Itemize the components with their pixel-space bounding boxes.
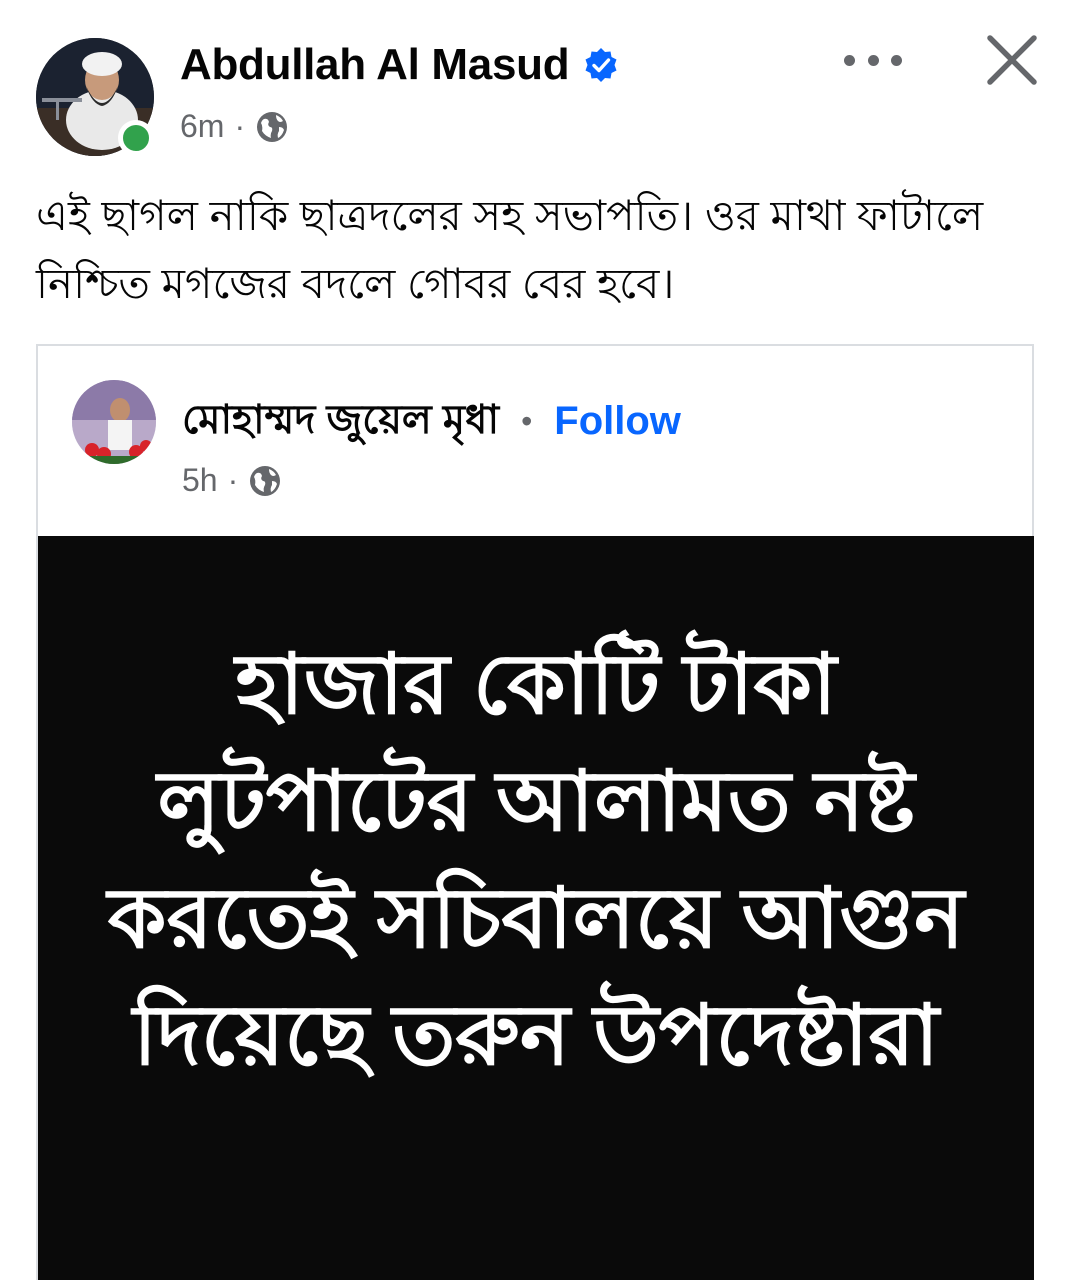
post-time[interactable]: 6m — [180, 108, 224, 145]
shared-post-meta: 5h · — [182, 462, 282, 499]
post-header: Abdullah Al Masud 6m · — [0, 0, 1070, 170]
more-dot — [867, 54, 879, 66]
meta-separator: · — [234, 108, 246, 144]
globe-icon — [250, 465, 281, 496]
name-separator: • — [521, 403, 533, 439]
more-dot — [891, 54, 902, 66]
verified-badge-icon — [585, 48, 617, 82]
meta-separator: · — [227, 462, 239, 498]
author-name[interactable]: Abdullah Al Masud — [180, 40, 570, 90]
more-dot — [844, 54, 855, 66]
online-status-icon — [118, 120, 154, 156]
shared-post-card[interactable]: মোহাম্মদ জুয়েল মৃধা • Follow 5h · হাজার… — [36, 344, 1034, 1280]
more-options-icon[interactable] — [838, 36, 908, 84]
post-meta: 6m · — [180, 108, 289, 145]
globe-icon — [257, 111, 288, 142]
shared-post-image[interactable]: হাজার কোটি টাকা লুটপাটের আলামত নষ্ট করতে… — [38, 536, 1034, 1280]
author-avatar[interactable] — [36, 38, 154, 156]
post-body-text: এই ছাগল নাকি ছাত্রদলের সহ সভাপতি। ওর মাথ… — [36, 192, 984, 307]
shared-author-avatar[interactable] — [72, 380, 156, 464]
follow-button[interactable]: Follow — [554, 399, 681, 444]
author-name-row: Abdullah Al Masud — [180, 40, 619, 90]
shared-author-row: মোহাম্মদ জুয়েল মৃধা • Follow — [182, 388, 681, 455]
image-caption-text: হাজার কোটি টাকা লুটপাটের আলামত নষ্ট করতে… — [107, 637, 965, 1082]
shared-post-time[interactable]: 5h — [182, 462, 218, 499]
close-icon[interactable] — [982, 30, 1042, 90]
shared-avatar-photo — [72, 380, 156, 464]
shared-author-name[interactable]: মোহাম্মদ জুয়েল মৃধা — [182, 388, 499, 455]
